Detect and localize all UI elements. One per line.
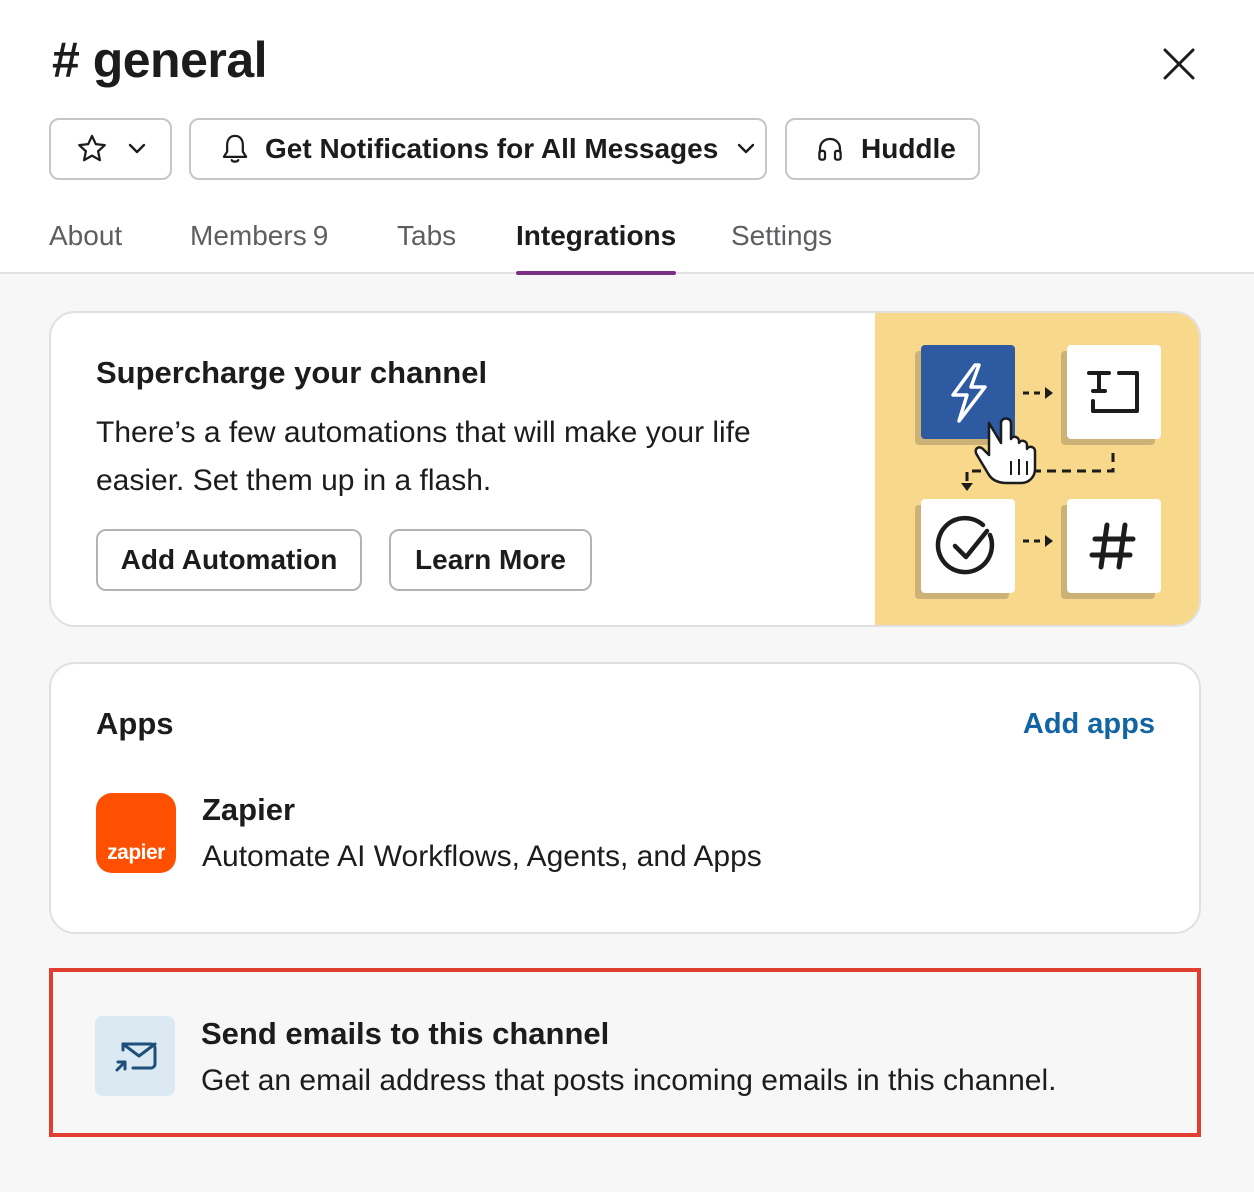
tab-label: Tabs <box>397 220 457 251</box>
automation-promo-card: Supercharge your channel There’s a few a… <box>49 311 1201 627</box>
email-row-title: Send emails to this channel <box>201 1016 610 1051</box>
email-forward-icon <box>115 1042 157 1072</box>
star-dropdown-button[interactable] <box>49 118 172 180</box>
bell-icon <box>222 134 248 163</box>
apps-section-title: Apps <box>96 706 174 741</box>
learn-more-button[interactable]: Learn More <box>389 529 592 591</box>
notifications-dropdown-button[interactable]: Get Notifications for All Messages <box>189 118 767 180</box>
send-emails-row[interactable]: Send emails to this channel Get an email… <box>49 968 1201 1137</box>
apps-card: Apps Add apps zapier Zapier Automate AI … <box>49 662 1201 934</box>
close-icon <box>1163 48 1195 80</box>
email-row-description: Get an email address that posts incoming… <box>201 1064 1057 1097</box>
email-icon-box <box>95 1016 175 1096</box>
add-apps-link[interactable]: Add apps <box>1023 708 1155 741</box>
tab-about[interactable]: About <box>49 212 122 274</box>
star-icon <box>77 134 106 162</box>
promo-title: Supercharge your channel <box>96 355 488 390</box>
text-field-icon <box>1067 345 1161 439</box>
chevron-down-icon <box>128 143 145 154</box>
tab-settings[interactable]: Settings <box>731 212 832 274</box>
tab-label: Settings <box>731 220 833 251</box>
promo-description: There’s a few automations that will make… <box>96 416 751 497</box>
app-name[interactable]: Zapier <box>202 792 295 828</box>
check-circle-icon <box>921 499 1015 593</box>
huddle-button[interactable]: Huddle <box>785 118 980 180</box>
channel-tabs: About Members 9 Tabs Integrations Setting… <box>0 212 1254 275</box>
tab-tabs[interactable]: Tabs <box>397 212 456 274</box>
headphones-icon <box>818 137 842 161</box>
tab-label: Members <box>190 220 307 251</box>
channel-title: # general <box>52 32 268 88</box>
chevron-down-icon <box>738 143 755 154</box>
notifications-label: Get Notifications for All Messages <box>265 133 719 164</box>
channel-header: # general Get Notifications for All Mess… <box>0 0 1254 275</box>
add-automation-button[interactable]: Add Automation <box>96 529 362 591</box>
app-description: Automate AI Workflows, Agents, and Apps <box>202 840 762 873</box>
tab-label: About <box>49 220 123 251</box>
huddle-label: Huddle <box>861 133 956 164</box>
tab-label: Integrations <box>516 220 677 251</box>
members-count: 9 <box>312 220 329 251</box>
workflow-illustration <box>875 313 1199 625</box>
tab-integrations[interactable]: Integrations <box>516 212 677 275</box>
close-button[interactable] <box>1155 40 1203 88</box>
hash-icon <box>1067 499 1161 593</box>
tab-members[interactable]: Members 9 <box>190 212 328 274</box>
zapier-logo[interactable]: zapier <box>96 793 176 873</box>
